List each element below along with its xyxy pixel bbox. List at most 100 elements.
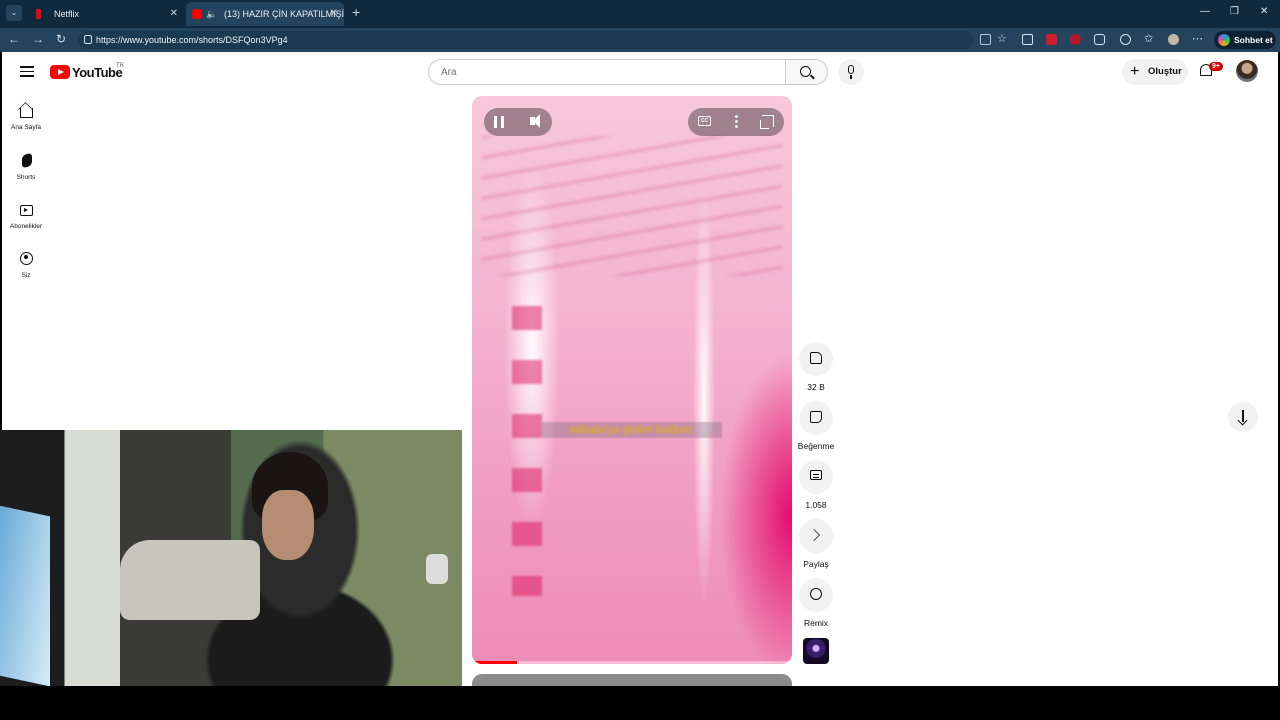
- sidebar-item-home[interactable]: Ana Sayfa: [2, 102, 50, 146]
- more-vert-icon[interactable]: [735, 114, 738, 128]
- youtube-play-icon: [50, 65, 70, 79]
- restore-icon[interactable]: ❐: [1230, 6, 1239, 17]
- search-icon: [800, 66, 811, 77]
- home-icon: [20, 108, 33, 118]
- app-available-icon[interactable]: [980, 34, 991, 45]
- share-icon: [808, 529, 820, 541]
- browser-toolbar: ← → ↻ https://www.youtube.com/shorts/DSF…: [0, 28, 1280, 52]
- video-frame-content: [482, 136, 782, 276]
- fullscreen-icon[interactable]: [760, 115, 774, 129]
- dislike-action[interactable]: Beğenme: [792, 401, 840, 451]
- logo-text: YouTube: [72, 64, 123, 80]
- captions-icon[interactable]: CC: [698, 116, 711, 126]
- close-window-icon[interactable]: ✕: [1260, 6, 1268, 17]
- profile-avatar-icon[interactable]: [1168, 34, 1179, 45]
- subscriptions-icon: [20, 205, 33, 216]
- back-icon[interactable]: ←: [8, 32, 20, 46]
- account-avatar[interactable]: [1236, 60, 1258, 82]
- share-label: Paylaş: [803, 559, 829, 569]
- tab-netflix[interactable]: Netflix ✕: [28, 2, 184, 26]
- comment-count: 1.058: [805, 500, 827, 510]
- sidebar-item-label: Siz: [21, 272, 31, 279]
- next-short-arrow-icon[interactable]: [1228, 402, 1258, 432]
- sidebar-item-label: Ana Sayfa: [11, 124, 41, 131]
- plus-icon: +: [1130, 63, 1140, 80]
- microphone-icon: [848, 65, 854, 79]
- remix-label: Remix: [803, 618, 829, 628]
- taskbar-area: [0, 686, 1280, 720]
- voice-search-button[interactable]: [838, 59, 864, 85]
- volume-icon[interactable]: [530, 114, 544, 128]
- webcam-overlay: [0, 430, 462, 690]
- sidebar-item-you[interactable]: Siz: [2, 250, 50, 294]
- shorts-icon: [22, 152, 32, 169]
- remix-action[interactable]: Remix: [792, 578, 840, 628]
- next-short-preview[interactable]: [472, 674, 792, 686]
- you-icon: [20, 252, 33, 265]
- like-icon: [810, 352, 822, 364]
- remix-button[interactable]: [799, 578, 833, 612]
- dislike-label: Beğenme: [797, 441, 835, 451]
- sidebar-item-shorts[interactable]: Shorts: [2, 152, 50, 196]
- like-action[interactable]: 32 B: [792, 342, 840, 392]
- guide-menu-icon[interactable]: [20, 66, 34, 80]
- address-bar[interactable]: https://www.youtube.com/shorts/DSFQon3VP…: [78, 31, 973, 49]
- sidebar-item-subscriptions[interactable]: Abonelikler: [2, 201, 50, 245]
- extension-yt-icon[interactable]: [1070, 34, 1081, 45]
- dislike-icon: [810, 411, 822, 423]
- site-info-icon[interactable]: [84, 35, 92, 44]
- webcam-monitor: [0, 503, 50, 687]
- webcam-object: [426, 554, 448, 584]
- comment-button[interactable]: [799, 460, 833, 494]
- video-progress-bar[interactable]: [472, 661, 792, 664]
- copilot-chat-button[interactable]: Sohbet et: [1214, 31, 1276, 49]
- minimize-icon[interactable]: —: [1200, 6, 1210, 17]
- progress-fill: [472, 661, 517, 664]
- copilot-icon: [1218, 34, 1230, 46]
- netflix-icon: [36, 9, 41, 19]
- close-tab-icon[interactable]: ✕: [330, 2, 338, 26]
- like-count: 32 B: [807, 382, 825, 392]
- dislike-button[interactable]: [799, 401, 833, 435]
- close-tab-icon[interactable]: ✕: [170, 2, 178, 26]
- search-button[interactable]: [786, 59, 828, 85]
- browser-tab-strip: ⌄ Netflix ✕ 🔈 (13) HAZIR ÇİN KAPATILMIŞİ…: [0, 0, 1280, 28]
- tab-youtube-short[interactable]: 🔈 (13) HAZIR ÇİN KAPATILMIŞİ ✕: [186, 2, 344, 26]
- new-tab-icon[interactable]: +: [352, 4, 360, 20]
- performance-icon[interactable]: [1120, 34, 1131, 45]
- speaker-icon[interactable]: 🔈: [206, 2, 217, 26]
- favorite-star-icon[interactable]: ☆: [997, 32, 1007, 45]
- youtube-logo[interactable]: YouTube TR: [50, 63, 124, 81]
- webcam-background: [120, 540, 260, 620]
- tab-title: (13) HAZIR ÇİN KAPATILMIŞİ: [224, 9, 344, 19]
- like-button[interactable]: [799, 342, 833, 376]
- url-text: https://www.youtube.com/shorts/DSFQon3VP…: [96, 35, 288, 45]
- share-action[interactable]: Paylaş: [792, 519, 840, 569]
- comment-icon: [810, 470, 822, 480]
- extension-cast-icon[interactable]: [1022, 34, 1033, 45]
- youtube-icon: [192, 9, 202, 19]
- comment-action[interactable]: 1.058: [792, 460, 840, 510]
- remix-icon: [810, 588, 822, 600]
- tab-actions-menu[interactable]: ⌄: [6, 5, 22, 21]
- search-input[interactable]: [428, 59, 786, 85]
- video-frame-content: [512, 306, 542, 596]
- pause-icon[interactable]: [494, 116, 504, 128]
- sidebar-item-label: Shorts: [16, 174, 36, 181]
- country-code: TR: [116, 63, 124, 69]
- favorites-icon[interactable]: ✩: [1144, 32, 1153, 45]
- create-button[interactable]: + Oluştur: [1122, 59, 1188, 85]
- video-caption: Alibaba'ya girdim buldum,: [542, 422, 722, 438]
- webcam-person-face: [262, 490, 314, 560]
- sound-thumbnail[interactable]: [803, 638, 829, 664]
- extension-red-icon[interactable]: [1046, 34, 1057, 45]
- forward-icon[interactable]: →: [32, 32, 44, 46]
- notification-badge: 9+: [1209, 62, 1223, 71]
- refresh-icon[interactable]: ↻: [56, 32, 66, 46]
- shorts-video-player[interactable]: CC Alibaba'ya girdim buldum,: [472, 96, 792, 664]
- tab-title: Netflix: [54, 9, 80, 19]
- more-options-icon[interactable]: ⋯: [1192, 32, 1203, 45]
- extensions-puzzle-icon[interactable]: [1094, 34, 1105, 45]
- share-button[interactable]: [799, 519, 833, 553]
- copilot-label: Sohbet et: [1234, 35, 1273, 45]
